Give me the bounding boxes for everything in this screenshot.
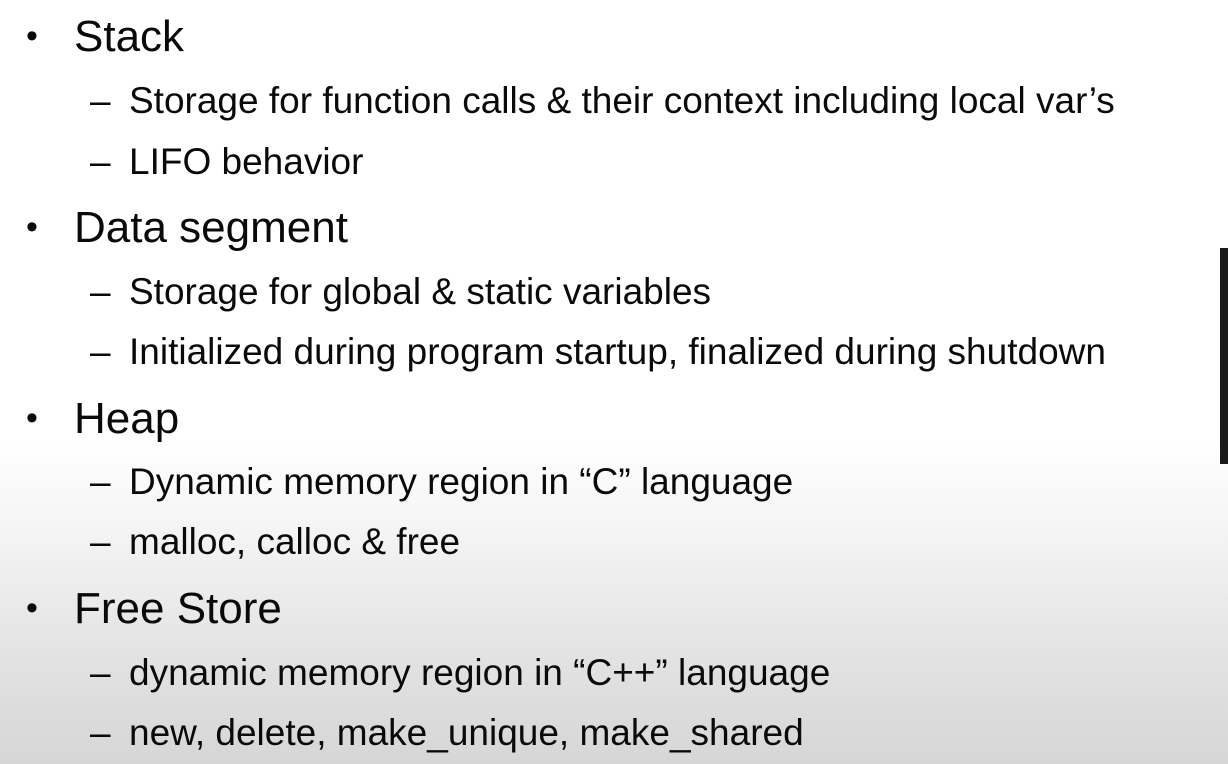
sub-item: – dynamic memory region in “C++” language	[90, 654, 830, 691]
dash-marker: –	[90, 461, 111, 502]
sub-item-text: Storage for function calls & their conte…	[129, 80, 1115, 121]
sub-item-text: LIFO behavior	[129, 141, 364, 182]
bullet-heading: Data segment	[74, 203, 348, 252]
dash-marker: –	[90, 80, 111, 121]
bullet-heading: Heap	[74, 394, 180, 443]
dash-marker: –	[90, 652, 111, 693]
sub-item: – Storage for global & static variables	[90, 273, 711, 310]
dash-marker: –	[90, 331, 111, 372]
sub-item-text: malloc, calloc & free	[129, 521, 461, 562]
sub-item: – Dynamic memory region in “C” language	[90, 463, 793, 500]
sub-item: – Initialized during program startup, fin…	[90, 333, 1106, 370]
sub-item-text: Storage for global & static variables	[129, 271, 712, 312]
bullet-free-store: • Free Store	[26, 587, 282, 631]
sub-item-text: dynamic memory region in “C++” language	[129, 652, 831, 693]
dash-marker: –	[90, 271, 111, 312]
sub-item-text: new, delete, make_unique, make_shared	[129, 712, 804, 753]
bullet-marker: •	[26, 589, 38, 627]
bullet-data-segment: • Data segment	[26, 206, 348, 250]
dash-marker: –	[90, 141, 111, 182]
sub-item: – malloc, calloc & free	[90, 523, 460, 560]
sub-item-text: Dynamic memory region in “C” language	[129, 461, 794, 502]
sub-item: – LIFO behavior	[90, 143, 363, 180]
slide: • Stack – Storage for function calls & the…	[0, 0, 1228, 764]
bullet-marker: •	[26, 399, 38, 437]
dash-marker: –	[90, 521, 111, 562]
bullet-marker: •	[26, 208, 38, 246]
bullet-stack: • Stack	[26, 15, 184, 59]
bullet-heading: Stack	[74, 12, 185, 61]
bullet-marker: •	[26, 17, 38, 55]
sub-item: – Storage for function calls & their cont…	[90, 82, 1115, 119]
dash-marker: –	[90, 712, 111, 753]
sub-item-text: Initialized during program startup, fina…	[129, 331, 1106, 372]
bullet-heading: Free Store	[74, 584, 282, 633]
side-panel-edge	[1220, 248, 1228, 464]
bullet-heap: • Heap	[26, 397, 179, 441]
sub-item: – new, delete, make_unique, make_shared	[90, 714, 804, 751]
